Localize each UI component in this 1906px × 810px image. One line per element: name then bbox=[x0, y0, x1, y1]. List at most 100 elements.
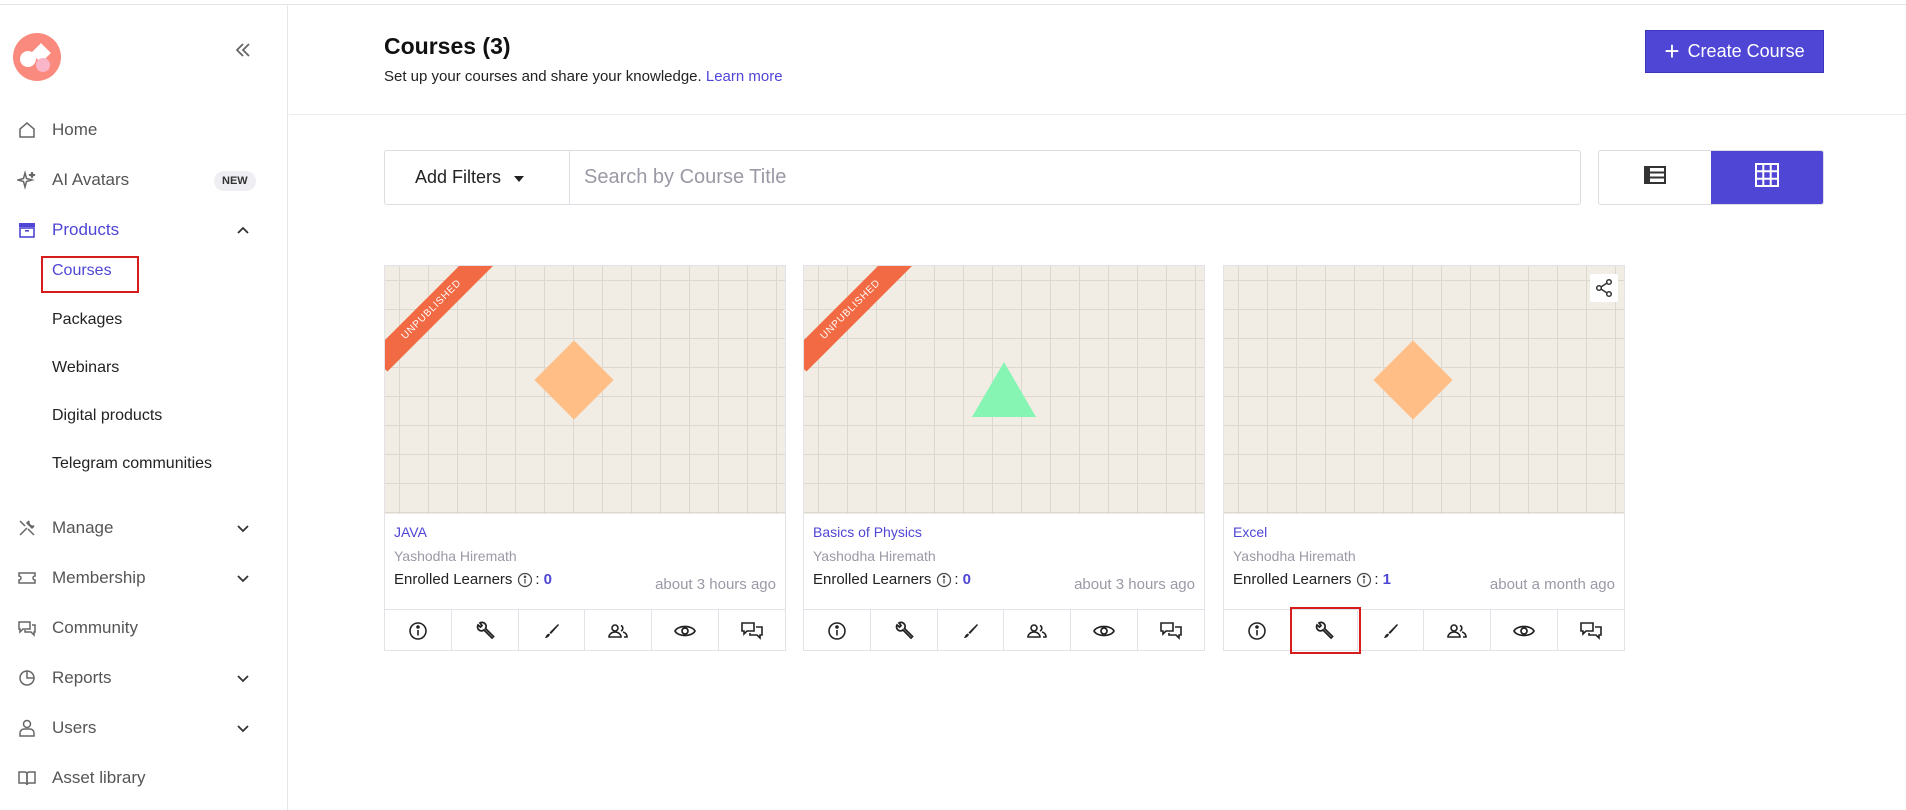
course-card[interactable]: UNPUBLISHED Basics of Physics Yashodha H… bbox=[803, 265, 1205, 651]
archive-box-icon bbox=[16, 219, 38, 241]
info-icon bbox=[518, 572, 533, 587]
course-author: Yashodha Hiremath bbox=[394, 548, 517, 564]
sidebar-item-manage[interactable]: Manage bbox=[0, 510, 288, 546]
enrolled-count[interactable]: 0 bbox=[544, 571, 552, 588]
search-input[interactable] bbox=[570, 151, 1580, 204]
course-learners-button[interactable] bbox=[1004, 610, 1072, 651]
caret-down-icon bbox=[513, 167, 525, 188]
enrolled-label: Enrolled Learners bbox=[813, 571, 932, 588]
course-info-button[interactable] bbox=[1224, 610, 1291, 651]
info-icon bbox=[409, 621, 427, 640]
sidebar-item-label: Asset library bbox=[52, 768, 146, 787]
sidebar-item-label: Home bbox=[52, 120, 98, 139]
course-learners-button[interactable] bbox=[1424, 610, 1492, 651]
enrolled-count[interactable]: 0 bbox=[963, 571, 971, 588]
info-icon bbox=[1248, 621, 1266, 640]
course-title[interactable]: JAVA bbox=[394, 524, 427, 540]
share-button[interactable] bbox=[1590, 274, 1618, 302]
grid-view-button[interactable] bbox=[1711, 151, 1823, 204]
course-discussion-button[interactable] bbox=[1138, 610, 1204, 651]
course-settings-button[interactable] bbox=[871, 610, 938, 651]
sidebar-item-ai-avatars[interactable]: AI Avatars NEW bbox=[0, 162, 288, 198]
enrolled-label: Enrolled Learners bbox=[1233, 571, 1352, 588]
course-settings-button[interactable] bbox=[452, 610, 519, 651]
home-icon bbox=[16, 119, 38, 141]
unpublished-ribbon: UNPUBLISHED bbox=[385, 266, 495, 376]
course-title[interactable]: Basics of Physics bbox=[813, 524, 922, 540]
course-edit-button[interactable] bbox=[1358, 610, 1425, 651]
sidebar-subitem-digital-products[interactable]: Digital products bbox=[52, 407, 162, 425]
chevron-down-icon bbox=[234, 569, 252, 587]
sidebar-item-asset-library[interactable]: Asset library bbox=[0, 760, 288, 796]
brand-logo[interactable] bbox=[12, 32, 62, 82]
users-icon bbox=[608, 623, 629, 638]
sidebar-item-label: Reports bbox=[52, 668, 112, 687]
course-preview-button[interactable] bbox=[1071, 610, 1139, 651]
create-course-button[interactable]: + Create Course bbox=[1645, 30, 1824, 73]
course-title[interactable]: Excel bbox=[1233, 524, 1267, 540]
sidebar-item-users[interactable]: Users bbox=[0, 710, 288, 746]
filter-bar: Add Filters bbox=[384, 150, 1581, 205]
double-chevron-left-icon[interactable] bbox=[232, 39, 254, 61]
sidebar-subitem-packages[interactable]: Packages bbox=[52, 311, 122, 329]
user-icon bbox=[16, 717, 38, 739]
users-icon bbox=[1027, 623, 1048, 638]
page-header: Courses (3) Set up your courses and shar… bbox=[289, 5, 1906, 115]
course-thumbnail[interactable]: UNPUBLISHED bbox=[804, 266, 1204, 514]
grid-icon bbox=[1755, 163, 1779, 192]
info-icon bbox=[828, 621, 846, 640]
brush-icon bbox=[963, 623, 978, 638]
sidebar-item-label: Products bbox=[52, 220, 120, 239]
course-author: Yashodha Hiremath bbox=[813, 548, 936, 564]
sidebar-subitem-webinars[interactable]: Webinars bbox=[52, 359, 119, 377]
course-thumbnail[interactable] bbox=[1224, 266, 1624, 514]
wrench-icon bbox=[895, 621, 914, 639]
eye-icon bbox=[1093, 625, 1116, 636]
eye-icon bbox=[674, 625, 697, 636]
course-discussion-button[interactable] bbox=[719, 610, 785, 651]
course-edit-button[interactable] bbox=[519, 610, 586, 651]
sidebar-item-membership[interactable]: Membership bbox=[0, 560, 288, 596]
course-info-button[interactable] bbox=[385, 610, 452, 651]
list-view-button[interactable] bbox=[1599, 151, 1711, 204]
share-icon bbox=[1595, 278, 1613, 298]
enrolled-colon: : bbox=[954, 571, 959, 588]
course-updated-time: about 3 hours ago bbox=[655, 576, 776, 593]
enrolled-count[interactable]: 1 bbox=[1383, 571, 1391, 588]
course-preview-button[interactable] bbox=[1491, 610, 1559, 651]
card-actions bbox=[385, 609, 785, 651]
sidebar-item-products[interactable]: Products bbox=[0, 212, 288, 248]
sidebar-item-reports[interactable]: Reports bbox=[0, 660, 288, 696]
course-thumbnail[interactable]: UNPUBLISHED bbox=[385, 266, 785, 514]
add-filters-dropdown[interactable]: Add Filters bbox=[385, 151, 570, 204]
course-info-button[interactable] bbox=[804, 610, 871, 651]
chevron-down-icon bbox=[234, 669, 252, 687]
card-actions bbox=[1224, 609, 1624, 651]
page-title: Courses (3) bbox=[384, 33, 511, 59]
sidebar-item-community[interactable]: Community bbox=[0, 610, 288, 646]
course-learners-button[interactable] bbox=[585, 610, 653, 651]
sidebar-item-label: Community bbox=[52, 618, 138, 637]
course-edit-button[interactable] bbox=[938, 610, 1005, 651]
course-discussion-button[interactable] bbox=[1558, 610, 1624, 651]
course-card[interactable]: UNPUBLISHED JAVA Yashodha Hiremath Enrol… bbox=[384, 265, 786, 651]
enrolled-learners: Enrolled Learners : 0 bbox=[813, 571, 971, 588]
chat-icon bbox=[16, 617, 38, 639]
course-card[interactable]: Excel Yashodha Hiremath Enrolled Learner… bbox=[1223, 265, 1625, 651]
sidebar-subitem-telegram-communities[interactable]: Telegram communities bbox=[52, 455, 212, 473]
triangle-shape bbox=[972, 362, 1036, 417]
ribbon-text: UNPUBLISHED bbox=[385, 266, 494, 372]
chevron-up-icon bbox=[234, 221, 252, 239]
sidebar-item-label: Membership bbox=[52, 568, 146, 587]
sidebar-item-home[interactable]: Home bbox=[0, 112, 288, 148]
enrolled-colon: : bbox=[535, 571, 540, 588]
learn-more-link[interactable]: Learn more bbox=[706, 68, 783, 85]
subtitle-text: Set up your courses and share your knowl… bbox=[384, 68, 702, 85]
course-preview-button[interactable] bbox=[652, 610, 720, 651]
diamond-shape bbox=[1373, 340, 1453, 420]
settings-highlight-box bbox=[1290, 607, 1361, 654]
sidebar-item-label: Users bbox=[52, 718, 97, 737]
course-updated-time: about a month ago bbox=[1489, 576, 1615, 593]
create-course-label: Create Course bbox=[1687, 41, 1805, 61]
sparkle-icon bbox=[16, 169, 38, 191]
